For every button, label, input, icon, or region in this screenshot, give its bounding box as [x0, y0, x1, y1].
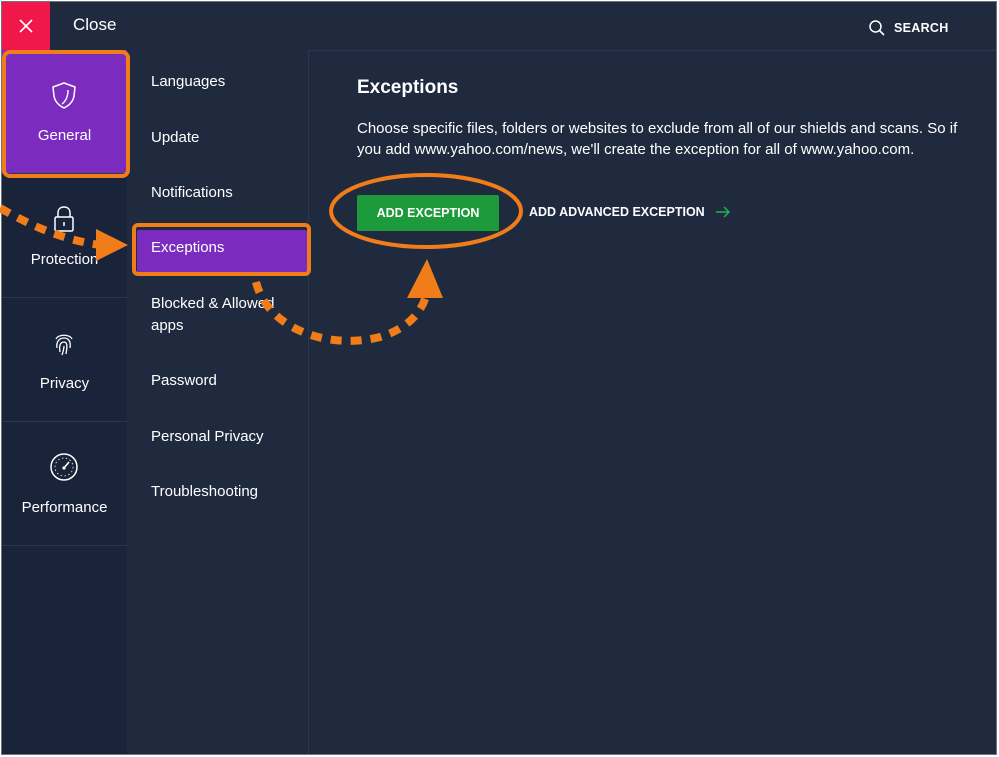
sidebar-item-label: Protection: [30, 251, 99, 268]
sidebar-item-protection[interactable]: Protection: [2, 174, 127, 298]
search-label: SEARCH: [894, 21, 949, 35]
arrow-right-icon: [715, 206, 730, 218]
menu-item-label-line: apps: [151, 317, 184, 334]
search-icon: [869, 20, 885, 36]
menu-item-troubleshooting[interactable]: Troubleshooting: [151, 481, 258, 503]
page-description: Choose specific files, folders or websit…: [357, 120, 958, 158]
close-label[interactable]: Close: [73, 15, 116, 35]
sidebar-item-label: General: [37, 127, 92, 144]
add-advanced-exception-label: ADD ADVANCED EXCEPTION: [529, 205, 705, 219]
menu-item-update[interactable]: Update: [151, 127, 199, 149]
menu-item-blocked-allowed-apps[interactable]: Blocked & Allowed apps: [151, 293, 274, 337]
category-sidebar: General Protection Privacy Performance: [2, 50, 128, 754]
page-title: Exceptions: [357, 77, 459, 98]
menu-item-password[interactable]: Password: [151, 370, 217, 392]
exceptions-panel: Exceptions Choose specific files, folder…: [308, 50, 996, 754]
app-window: Close SEARCH General Protection Privacy …: [1, 1, 997, 755]
close-icon: [19, 19, 33, 33]
menu-item-personal-privacy[interactable]: Personal Privacy: [151, 426, 264, 448]
menu-item-exceptions[interactable]: Exceptions: [151, 237, 224, 259]
close-button[interactable]: [2, 2, 50, 50]
sidebar-item-general[interactable]: General: [2, 50, 127, 174]
sidebar-item-privacy[interactable]: Privacy: [2, 298, 127, 422]
menu-item-languages[interactable]: Languages: [151, 71, 225, 93]
speedometer-icon: [50, 453, 78, 481]
sidebar-item-label: Privacy: [39, 375, 90, 392]
sidebar-item-performance[interactable]: Performance: [2, 422, 127, 546]
sidebar-item-label: Performance: [21, 499, 108, 516]
add-advanced-exception-link[interactable]: ADD ADVANCED EXCEPTION: [529, 205, 731, 219]
lock-icon: [54, 206, 74, 232]
shield-icon: [52, 82, 76, 109]
top-bar: Close SEARCH: [2, 2, 996, 51]
add-exception-button[interactable]: ADD EXCEPTION: [357, 195, 499, 231]
menu-item-notifications[interactable]: Notifications: [151, 182, 233, 204]
settings-menu: Languages Update Notifications Exception…: [127, 50, 309, 754]
menu-item-label-line: Blocked & Allowed: [151, 295, 275, 312]
fingerprint-icon: [55, 334, 73, 356]
search-button[interactable]: SEARCH: [868, 19, 949, 37]
